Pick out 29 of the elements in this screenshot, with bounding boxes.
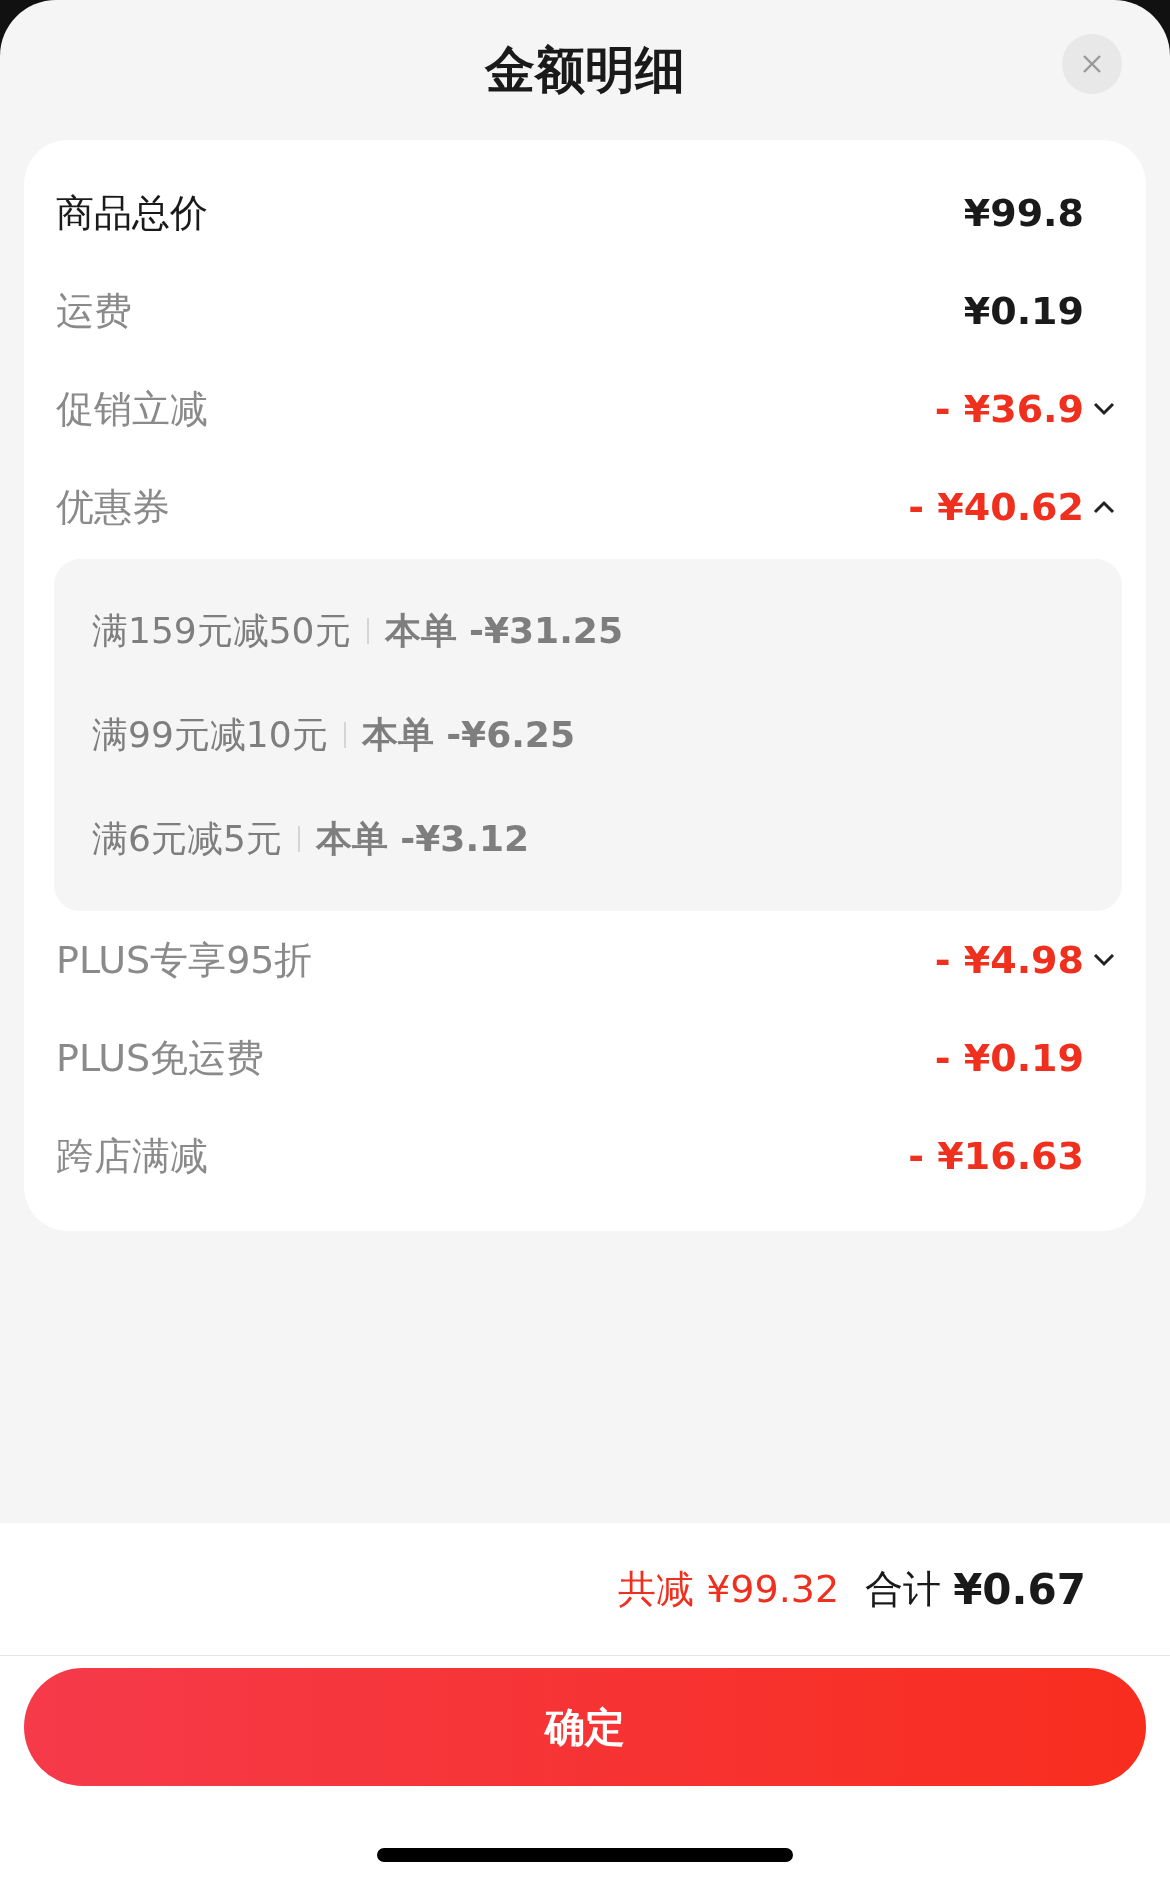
coupon-rule: 满159元减50元 [92,608,351,653]
coupon-rule: 满99元减10元 [92,712,328,757]
amount-label: 促销立减 [56,385,209,433]
caret-down-icon[interactable] [1092,953,1116,967]
amount-label: 跨店满减 [56,1132,209,1180]
total-label: 合计 [865,1565,942,1613]
coupon-amount: 本单 -¥6.25 [361,712,575,757]
amount-label: 商品总价 [56,189,209,237]
sheet-title: 金额明细 [485,39,685,101]
amount-value: - ¥4.98 [934,938,1084,982]
amount-value: - ¥40.62 [908,485,1084,529]
amount-value: - ¥16.63 [908,1134,1084,1178]
confirm-button[interactable]: 确定 [24,1668,1146,1786]
amount-value: - ¥0.19 [934,1036,1084,1080]
amount-label: PLUS免运费 [56,1034,266,1082]
caret-up-icon[interactable] [1092,500,1116,514]
amount-label: PLUS专享95折 [56,936,314,984]
amount-value: ¥0.19 [963,289,1084,333]
amount-value: ¥99.8 [963,191,1084,235]
amount-value: - ¥36.9 [934,387,1084,431]
saved-amount: 共减 ¥99.32 [618,1565,840,1613]
caret-down-icon[interactable] [1092,402,1116,416]
coupon-amount: 本单 -¥3.12 [315,816,530,861]
total-amount: ¥0.67 [953,1564,1086,1614]
coupon-amount: 本单 -¥31.25 [384,608,623,653]
amount-label: 运费 [56,287,133,335]
close-icon [1081,53,1103,75]
amount-label: 优惠券 [56,483,171,531]
coupon-rule: 满6元减5元 [92,816,282,861]
